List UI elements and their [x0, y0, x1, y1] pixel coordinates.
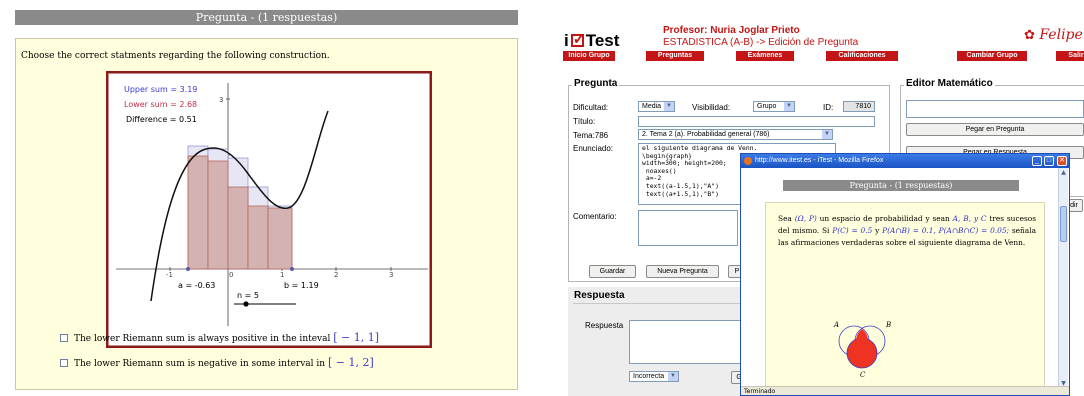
option-2-text: The lower Riemann sum is negative in som… [74, 359, 326, 369]
scroll-up-icon[interactable]: ▲ [1059, 168, 1068, 177]
editor-legend: Editor Matemático [904, 78, 995, 89]
left-question-panel: Pregunta - (1 respuestas) Choose the cor… [4, 0, 526, 396]
x-tick-label: 3 [389, 271, 393, 279]
menu-examenes[interactable]: Exámenes [736, 51, 794, 61]
lower-rect [247, 205, 269, 270]
chevron-down-icon: ▼ [822, 130, 832, 139]
visibilidad-select[interactable]: Grupo ▼ [753, 101, 795, 112]
visibilidad-label: Visibilidad: [692, 103, 731, 112]
difference-label: Difference = 0.51 [126, 115, 197, 124]
respuesta-textarea[interactable] [629, 320, 749, 364]
nueva-pregunta-button[interactable]: Nueva Pregunta [646, 265, 719, 278]
main-menu: Inicio Grupo Preguntas Exámenes Califica… [560, 51, 1084, 62]
x-tick-label: 2 [334, 271, 338, 279]
titulo-input[interactable] [638, 116, 875, 127]
menu-inicio-grupo[interactable]: Inicio Grupo [563, 51, 615, 61]
popup-status-bar: Terminado [741, 386, 1069, 395]
comentario-textarea[interactable] [638, 210, 738, 246]
maximize-icon[interactable]: □ [1044, 156, 1054, 166]
popup-title: http://www.itest.es - iTest - Mozilla Fi… [755, 157, 884, 164]
comentario-label: Comentario: [573, 212, 617, 221]
course-breadcrumb: ESTADISTICA (A-B) -> Edición de Pregunta [663, 37, 859, 48]
editor-input[interactable] [906, 100, 1084, 118]
x-tick-label: 0 [229, 271, 233, 279]
menu-calificaciones[interactable]: Calificaciones [826, 51, 898, 61]
check-logo-icon [570, 30, 585, 48]
chevron-down-icon: ▼ [668, 372, 678, 381]
tema-select[interactable]: 2. Tema 2 (a). Probabilidad general (786… [638, 129, 833, 140]
id-field: 7810 [843, 101, 875, 112]
respuesta-legend: Respuesta [572, 290, 627, 301]
id-label: ID: [823, 103, 834, 112]
pregunta-legend: Pregunta [572, 78, 620, 89]
point-b [290, 267, 294, 271]
chevron-down-icon: ▼ [664, 102, 674, 111]
option-2-checkbox[interactable] [60, 359, 68, 367]
question-text: Choose the correct statments regarding t… [21, 51, 330, 61]
popup-question-text: Sea (Ω, P) un espacio de probabilidad y … [778, 214, 1036, 247]
point-a [186, 267, 190, 271]
riemann-sum-applet[interactable]: -1 0 1 2 3 1 2 3 [106, 71, 432, 348]
lower-rect [227, 186, 249, 270]
option-1-interval: [ − 1, 1] [333, 331, 380, 344]
popup-question-body: Sea (Ω, P) un espacio de probabilidad y … [765, 202, 1045, 388]
popup-title-bar[interactable]: http://www.itest.es - iTest - Mozilla Fi… [741, 154, 1069, 168]
guardar-button[interactable]: Guardar [589, 265, 636, 278]
x-tick-label: -1 [166, 271, 173, 279]
venn-label-a: A [833, 321, 839, 329]
venn-label-b: B [885, 321, 891, 329]
correcta-select[interactable]: Incorrecta ▼ [629, 371, 679, 382]
pegar-pregunta-button[interactable]: Pegar en Pregunta [906, 123, 1084, 136]
professor-name: Profesor: Nuria Joglar Prieto [663, 25, 800, 36]
a-label: a = -0.63 [178, 281, 215, 290]
chevron-down-icon: ▼ [784, 102, 794, 111]
menu-cambiar-grupo[interactable]: Cambiar Grupo [957, 51, 1027, 61]
dificultad-label: Dificultad: [573, 103, 609, 112]
option-1-checkbox[interactable] [60, 334, 68, 342]
y-tick-label: 3 [219, 96, 223, 104]
venn-label-c: C [860, 371, 866, 379]
n-slider-handle[interactable] [243, 301, 249, 307]
lower-rect [207, 160, 229, 270]
x-tick-label: 1 [280, 271, 284, 279]
option-2-interval: [ − 1, 2] [327, 356, 374, 369]
option-2[interactable]: The lower Riemann sum is negative in som… [60, 356, 374, 369]
b-label: b = 1.19 [284, 281, 319, 290]
minimize-icon[interactable]: _ [1032, 156, 1042, 166]
popup-content: Pregunta - (1 respuestas) Sea (Ω, P) un … [741, 168, 1059, 388]
lower-rect [267, 207, 293, 270]
titulo-label: Título: [573, 117, 596, 126]
menu-salir[interactable]: Salir [1056, 51, 1084, 61]
flower-icon: ✿ [1024, 28, 1035, 43]
venn-diagram: A B C [833, 321, 891, 379]
lower-sum-label: Lower sum = 2.68 [124, 100, 197, 109]
n-label: n = 5 [237, 291, 259, 300]
dificultad-select[interactable]: Media ▼ [638, 101, 675, 112]
lower-rect [187, 155, 209, 270]
option-1[interactable]: The lower Riemann sum is always positive… [60, 331, 379, 344]
question-header: Pregunta - (1 respuestas) [15, 10, 518, 25]
tema-label: Tema:786 [573, 131, 609, 140]
firefox-icon [744, 157, 752, 165]
scroll-thumb[interactable] [1060, 206, 1067, 242]
itest-logo[interactable]: iTest [564, 30, 619, 51]
felipe-logo: ✿ Felipe [1024, 27, 1083, 43]
upper-sum-label: Upper sum = 3.19 [124, 85, 197, 94]
firefox-popup-window[interactable]: http://www.itest.es - iTest - Mozilla Fi… [740, 153, 1070, 396]
popup-scrollbar[interactable]: ▲ ▼ [1058, 168, 1068, 388]
popup-question-header: Pregunta - (1 respuestas) [783, 180, 1019, 191]
right-editor-panel: iTest Profesor: Nuria Joglar Prieto ESTA… [560, 0, 1084, 396]
option-1-text: The lower Riemann sum is always positive… [74, 334, 331, 344]
menu-preguntas[interactable]: Preguntas [646, 51, 704, 61]
close-icon[interactable]: ✕ [1057, 156, 1067, 166]
enunciado-label: Enunciado: [573, 144, 614, 153]
respuesta-label: Respuesta [585, 321, 624, 330]
